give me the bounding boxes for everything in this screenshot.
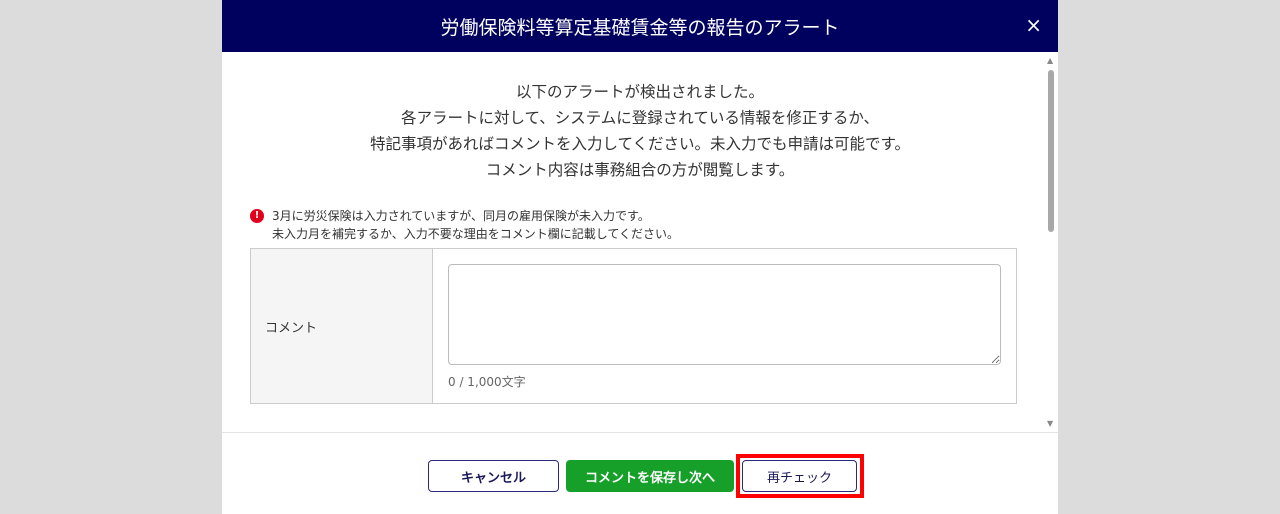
scroll-down-icon[interactable]: ▼	[1047, 419, 1053, 428]
cancel-button[interactable]: キャンセル	[428, 460, 559, 492]
comment-label: コメント	[251, 249, 433, 403]
alert-line: 3月に労災保険は入力されていますが、同月の雇用保険が未入力です。	[272, 209, 650, 223]
alert-message: ! 3月に労災保険は入力されていますが、同月の雇用保険が未入力です。 未入力月を…	[250, 207, 1058, 243]
alert-line: 未入力月を補完するか、入力不要な理由をコメント欄に記載してください。	[272, 227, 680, 241]
intro-line: コメント内容は事務組合の方が閲覧します。	[485, 161, 795, 179]
intro-line: 特記事項があればコメントを入力してください。未入力でも申請は可能です。	[369, 135, 911, 153]
scrollbar-thumb[interactable]	[1048, 70, 1054, 232]
close-icon[interactable]: ×	[1025, 13, 1042, 37]
char-counter: 0 / 1,000文字	[448, 375, 526, 389]
comment-table: コメント 0 / 1,000文字	[250, 248, 1017, 404]
dialog-body: 以下のアラートが検出されました。 各アラートに対して、システムに登録されている情…	[222, 52, 1058, 432]
comment-input[interactable]	[448, 264, 1001, 365]
recheck-button[interactable]: 再チェック	[742, 460, 857, 492]
scrollbar[interactable]: ▲ ▼	[1046, 56, 1056, 428]
dialog-header: 労働保険料等算定基礎賃金等の報告のアラート ×	[222, 0, 1058, 52]
intro-text: 以下のアラートが検出されました。 各アラートに対して、システムに登録されている情…	[222, 79, 1058, 183]
scroll-up-icon[interactable]: ▲	[1047, 56, 1053, 65]
save-and-next-button[interactable]: コメントを保存し次へ	[566, 460, 734, 492]
error-icon: !	[250, 209, 264, 223]
intro-line: 各アラートに対して、システムに登録されている情報を修正するか、	[400, 109, 880, 127]
alert-dialog: 労働保険料等算定基礎賃金等の報告のアラート × 以下のアラートが検出されました。…	[222, 0, 1058, 514]
dialog-footer: キャンセル コメントを保存し次へ 再チェック	[222, 432, 1058, 514]
intro-line: 以下のアラートが検出されました。	[515, 83, 764, 101]
dialog-title: 労働保険料等算定基礎賃金等の報告のアラート	[440, 16, 840, 39]
